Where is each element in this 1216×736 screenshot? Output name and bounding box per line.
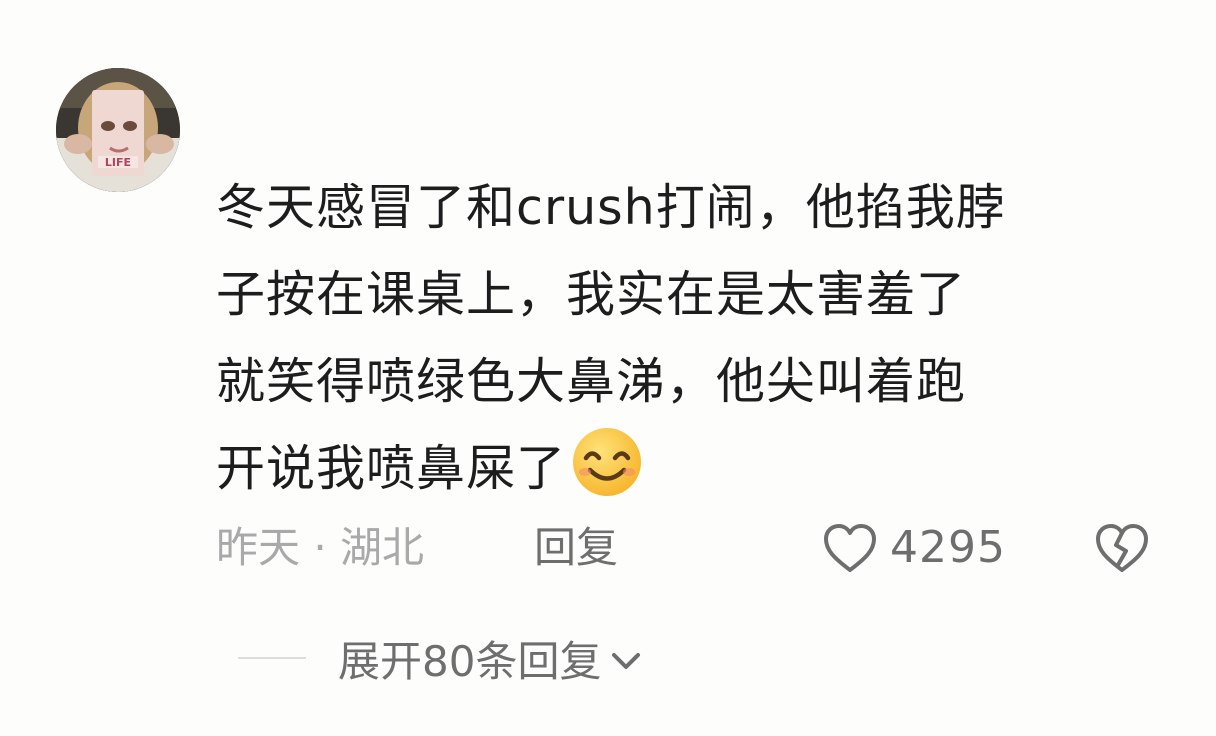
comment-time-location: 昨天 · 湖北 [216, 523, 425, 572]
expand-replies-button[interactable]: 展开80条回复 [338, 628, 601, 689]
avatar[interactable]: LIFE [56, 68, 180, 192]
divider-line [238, 657, 306, 659]
comment-line: 就笑得喷绿色大鼻涕，他尖叫着跑 [216, 353, 967, 410]
comment-line-text: 开说我喷鼻屎了 [216, 440, 567, 497]
smiling-face-emoji [570, 425, 644, 499]
comment-text: 冬天感冒了和crush打闹，他掐我脖 子按在课桌上，我实在是太害羞了 就笑得喷绿… [216, 164, 1166, 512]
expand-replies-row: 展开80条回复 [238, 628, 838, 688]
broken-heart-icon [1096, 524, 1148, 572]
comment-meta-row: 昨天 · 湖北 回复 4295 [216, 518, 1156, 578]
chevron-down-icon[interactable] [609, 649, 643, 673]
dislike-button[interactable] [1094, 521, 1150, 591]
comment-line: 冬天感冒了和crush打闹，他掐我脖 [216, 179, 1006, 236]
comment-line: 子按在课桌上，我实在是太害羞了 [216, 266, 967, 323]
like-button[interactable]: 4295 [822, 518, 1006, 578]
avatar-image: LIFE [56, 68, 180, 192]
like-count: 4295 [890, 522, 1006, 573]
reply-button[interactable]: 回复 [534, 518, 618, 578]
svg-text:LIFE: LIFE [105, 156, 131, 169]
comment-line-last: 开说我喷鼻屎了 [216, 425, 1166, 512]
heart-outline-icon [824, 524, 876, 572]
